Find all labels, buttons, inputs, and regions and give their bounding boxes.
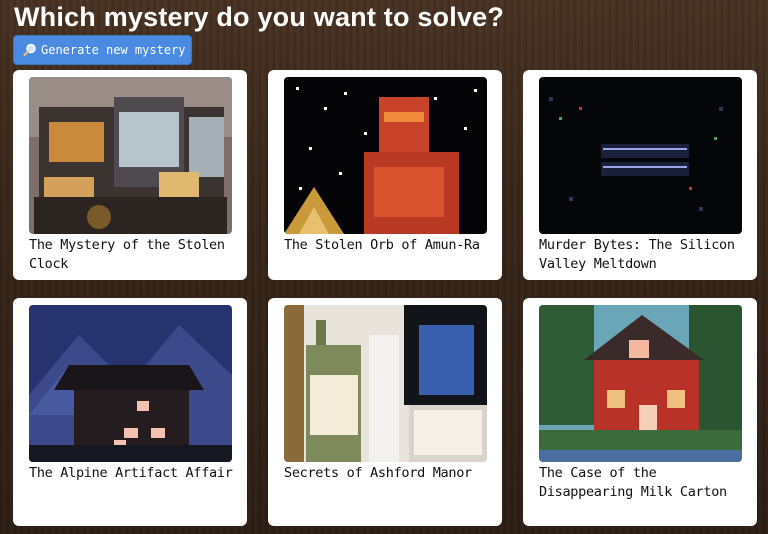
old-bottles-image [284,305,487,462]
mystery-card[interactable]: The Mystery of the Stolen Clock [13,70,247,280]
mystery-title: The Case of the Disappearing Milk Carton [539,465,727,500]
mystery-card[interactable]: The Stolen Orb of Amun-Ra [268,70,502,280]
page-title: Which mystery do you want to solve? [14,2,505,32]
mystery-card[interactable]: Murder Bytes: The Silicon Valley Meltdow… [523,70,757,280]
pixel-mountain-chalet-image [29,305,232,462]
mystery-title: Murder Bytes: The Silicon Valley Meltdow… [539,237,735,272]
pixel-screen-text-image [539,77,742,234]
mystery-title: The Mystery of the Stolen Clock [29,237,225,272]
pixel-sphinx-image [284,77,487,234]
mystery-title: Secrets of Ashford Manor [284,465,472,481]
steampunk-building-image [29,77,232,234]
mystery-title: The Alpine Artifact Affair [29,465,233,481]
mystery-card[interactable]: The Alpine Artifact Affair [13,298,247,526]
generate-mystery-label: Generate new mystery [41,43,186,57]
mystery-card[interactable]: The Case of the Disappearing Milk Carton [523,298,757,526]
generate-mystery-button[interactable]: Generate new mystery [13,35,192,65]
mystery-card[interactable]: Secrets of Ashford Manor [268,298,502,526]
magnifier-icon [23,43,37,57]
pixel-red-house-image [539,305,742,462]
mystery-title: The Stolen Orb of Amun-Ra [284,237,480,253]
